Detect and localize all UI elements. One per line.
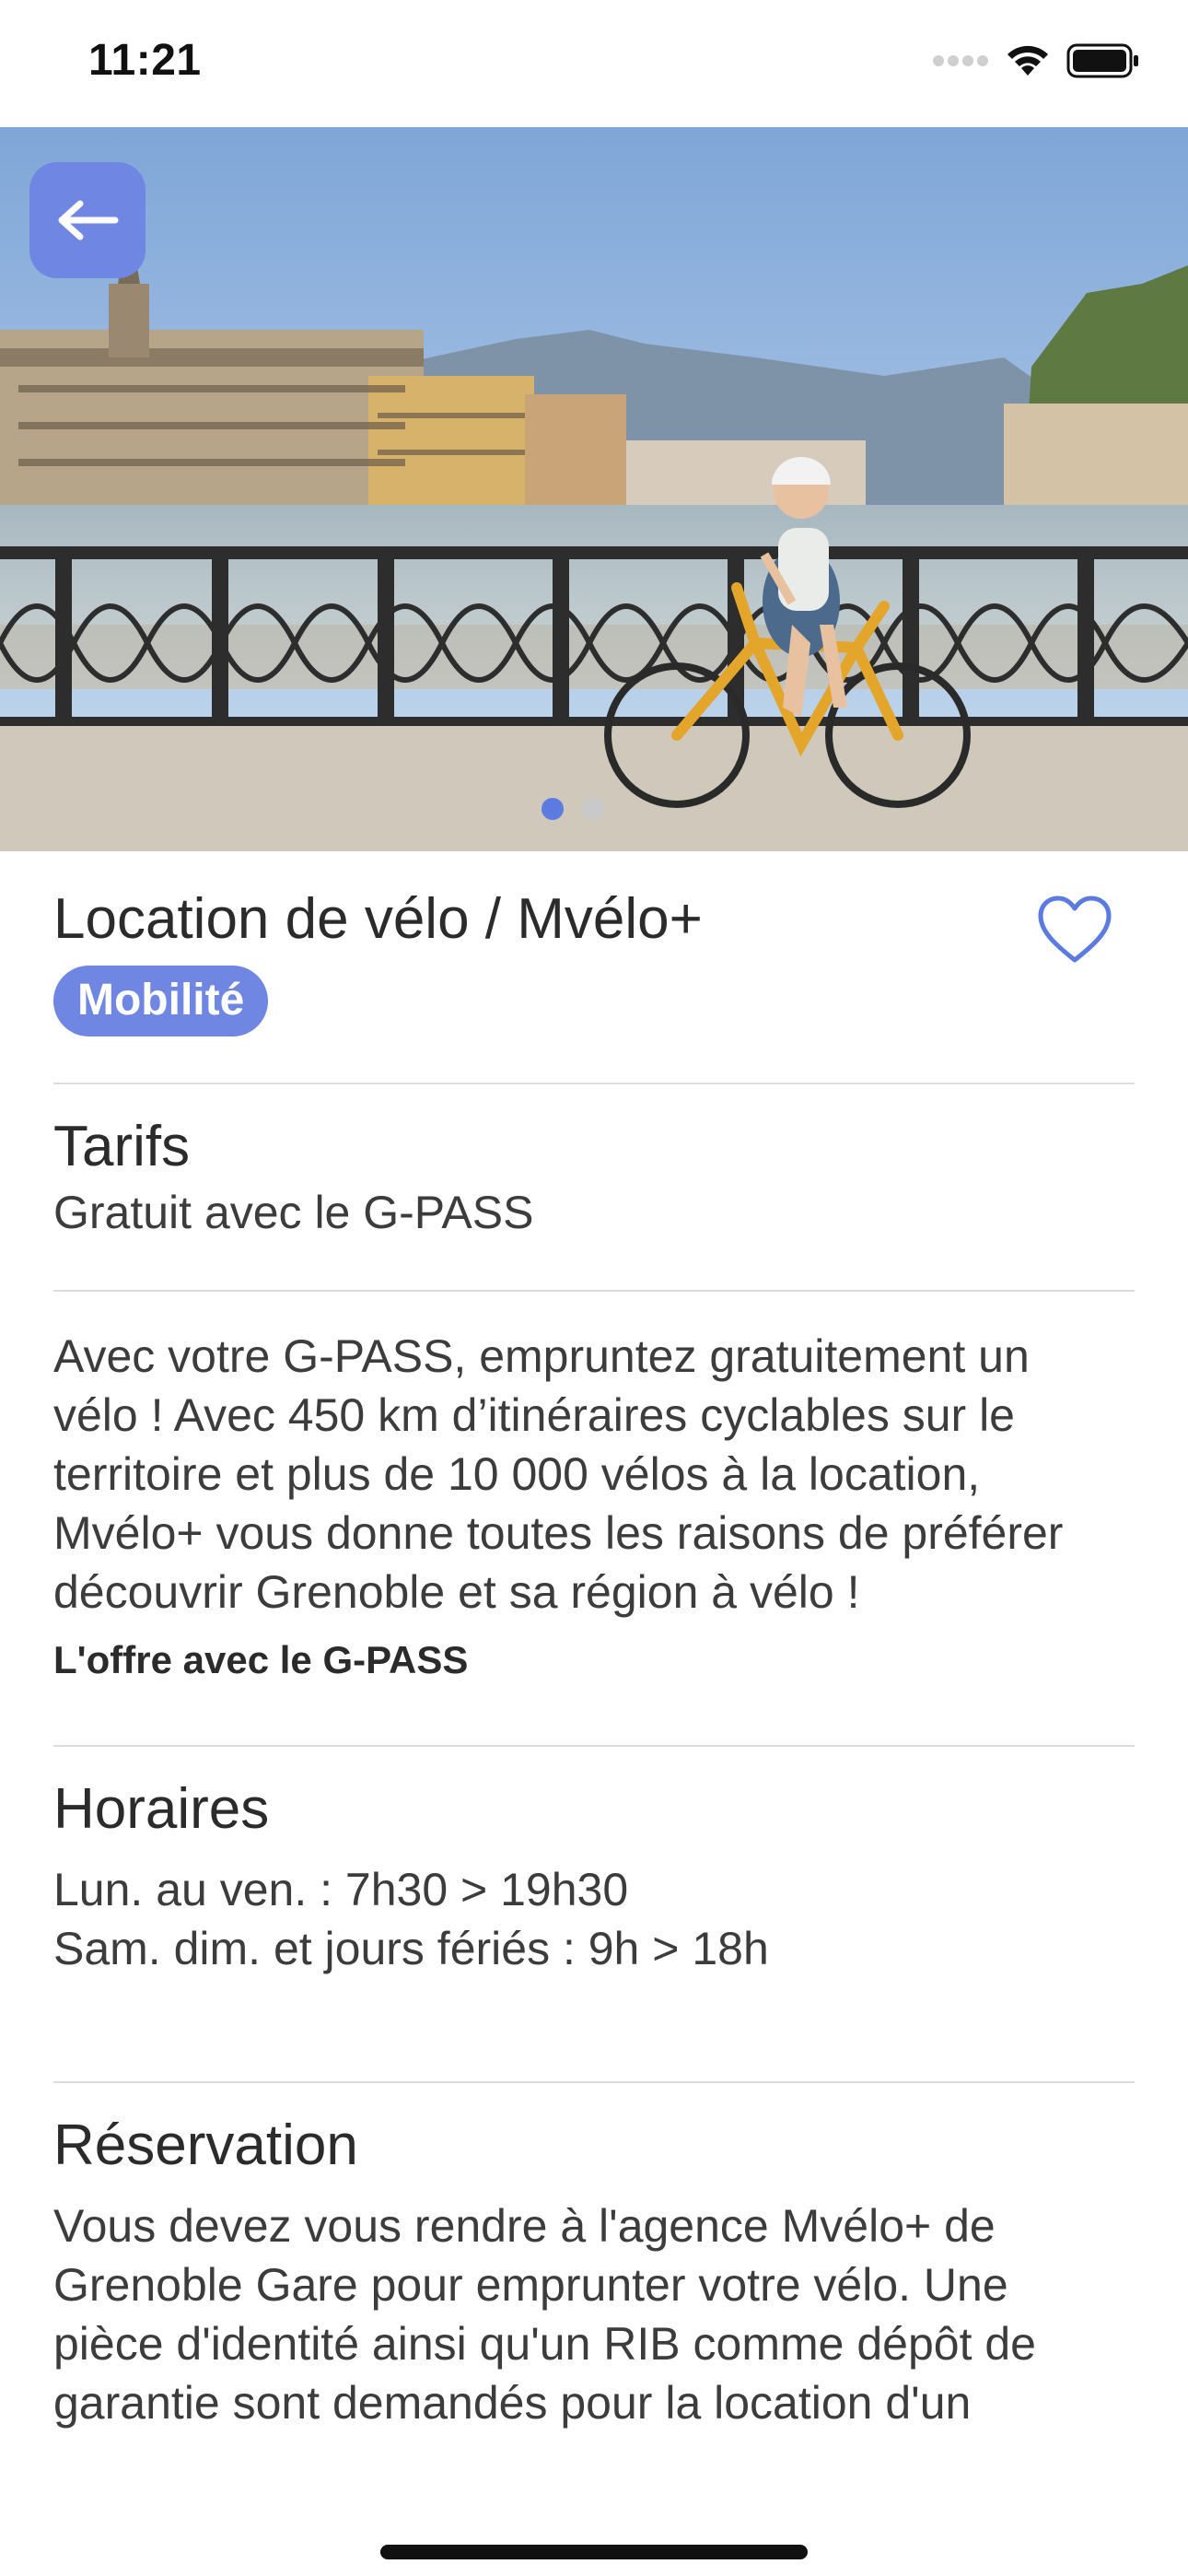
heart-outline-icon[interactable] (1035, 894, 1114, 966)
horaires-text: Lun. au ven. : 7h30 > 19h30 Sam. dim. et… (53, 1860, 1135, 1978)
reservation-line: Vous devez vous rendre à l'agence Mvélo+… (53, 2200, 996, 2252)
tarifs-title: Tarifs (53, 1115, 191, 1178)
horaires-line: Lun. au ven. : 7h30 > 19h30 (53, 1864, 629, 1915)
status-icons (932, 41, 1140, 81)
tarifs-section: Tarifs Gratuit avec le G-PASS (53, 1084, 1135, 1290)
description-line: découvrir Grenoble et sa région à vélo ! (53, 1566, 860, 1618)
reservation-text: Vous devez vous rendre à l'agence Mvélo+… (53, 2196, 1135, 2432)
detail-content: Location de vélo / Mvélo+ Mobilité Tarif… (53, 851, 1135, 2484)
reservation-title: Réservation (53, 2113, 358, 2177)
carousel-dot-active[interactable] (542, 798, 564, 820)
carousel-dot[interactable] (582, 798, 604, 820)
status-time: 11:21 (88, 36, 202, 85)
offer-link[interactable]: L'offre avec le G-PASS (53, 1638, 1135, 1682)
carousel-indicator[interactable] (542, 798, 604, 820)
reservation-section: Réservation Vous devez vous rendre à l'a… (53, 2083, 1135, 2432)
horaires-line: Sam. dim. et jours fériés : 9h > 18h (53, 1923, 769, 1974)
home-indicator[interactable] (380, 2545, 808, 2559)
description-line: Avec votre G-PASS, empruntez gratuitemen… (53, 1330, 1030, 1382)
description-line: territoire et plus de 10 000 vélos à la … (53, 1448, 981, 1500)
reservation-line: pièce d'identité ainsi qu'un RIB comme d… (53, 2318, 1036, 2370)
wifi-icon (1007, 45, 1048, 76)
tarifs-value: Gratuit avec le G-PASS (53, 1187, 534, 1238)
status-bar: 11:21 (0, 0, 1188, 127)
battery-icon (1066, 43, 1138, 78)
reservation-line: Grenoble Gare pour emprunter votre vélo.… (53, 2259, 1008, 2311)
title-row: Location de vélo / Mvélo+ (53, 851, 1135, 988)
hero-photo (0, 127, 1188, 851)
hero-image (0, 127, 1188, 851)
description-text: Avec votre G-PASS, empruntez gratuitemen… (53, 1327, 1135, 1622)
horaires-title: Horaires (53, 1777, 270, 1841)
horaires-section: Horaires Lun. au ven. : 7h30 > 19h30 Sam… (53, 1747, 1135, 2081)
description-section: Avec votre G-PASS, empruntez gratuitemen… (53, 1292, 1135, 1745)
reservation-line: garantie sont demandés pour la location … (53, 2377, 972, 2429)
description-line: Mvélo+ vous donne toutes les raisons de … (53, 1507, 1064, 1559)
page-title: Location de vélo / Mvélo+ (53, 887, 703, 951)
arrow-left-icon (58, 200, 119, 240)
signal-icon (933, 55, 988, 66)
back-button[interactable] (29, 162, 146, 278)
description-line: vélo ! Avec 450 km d’itinéraires cyclabl… (53, 1389, 1015, 1441)
